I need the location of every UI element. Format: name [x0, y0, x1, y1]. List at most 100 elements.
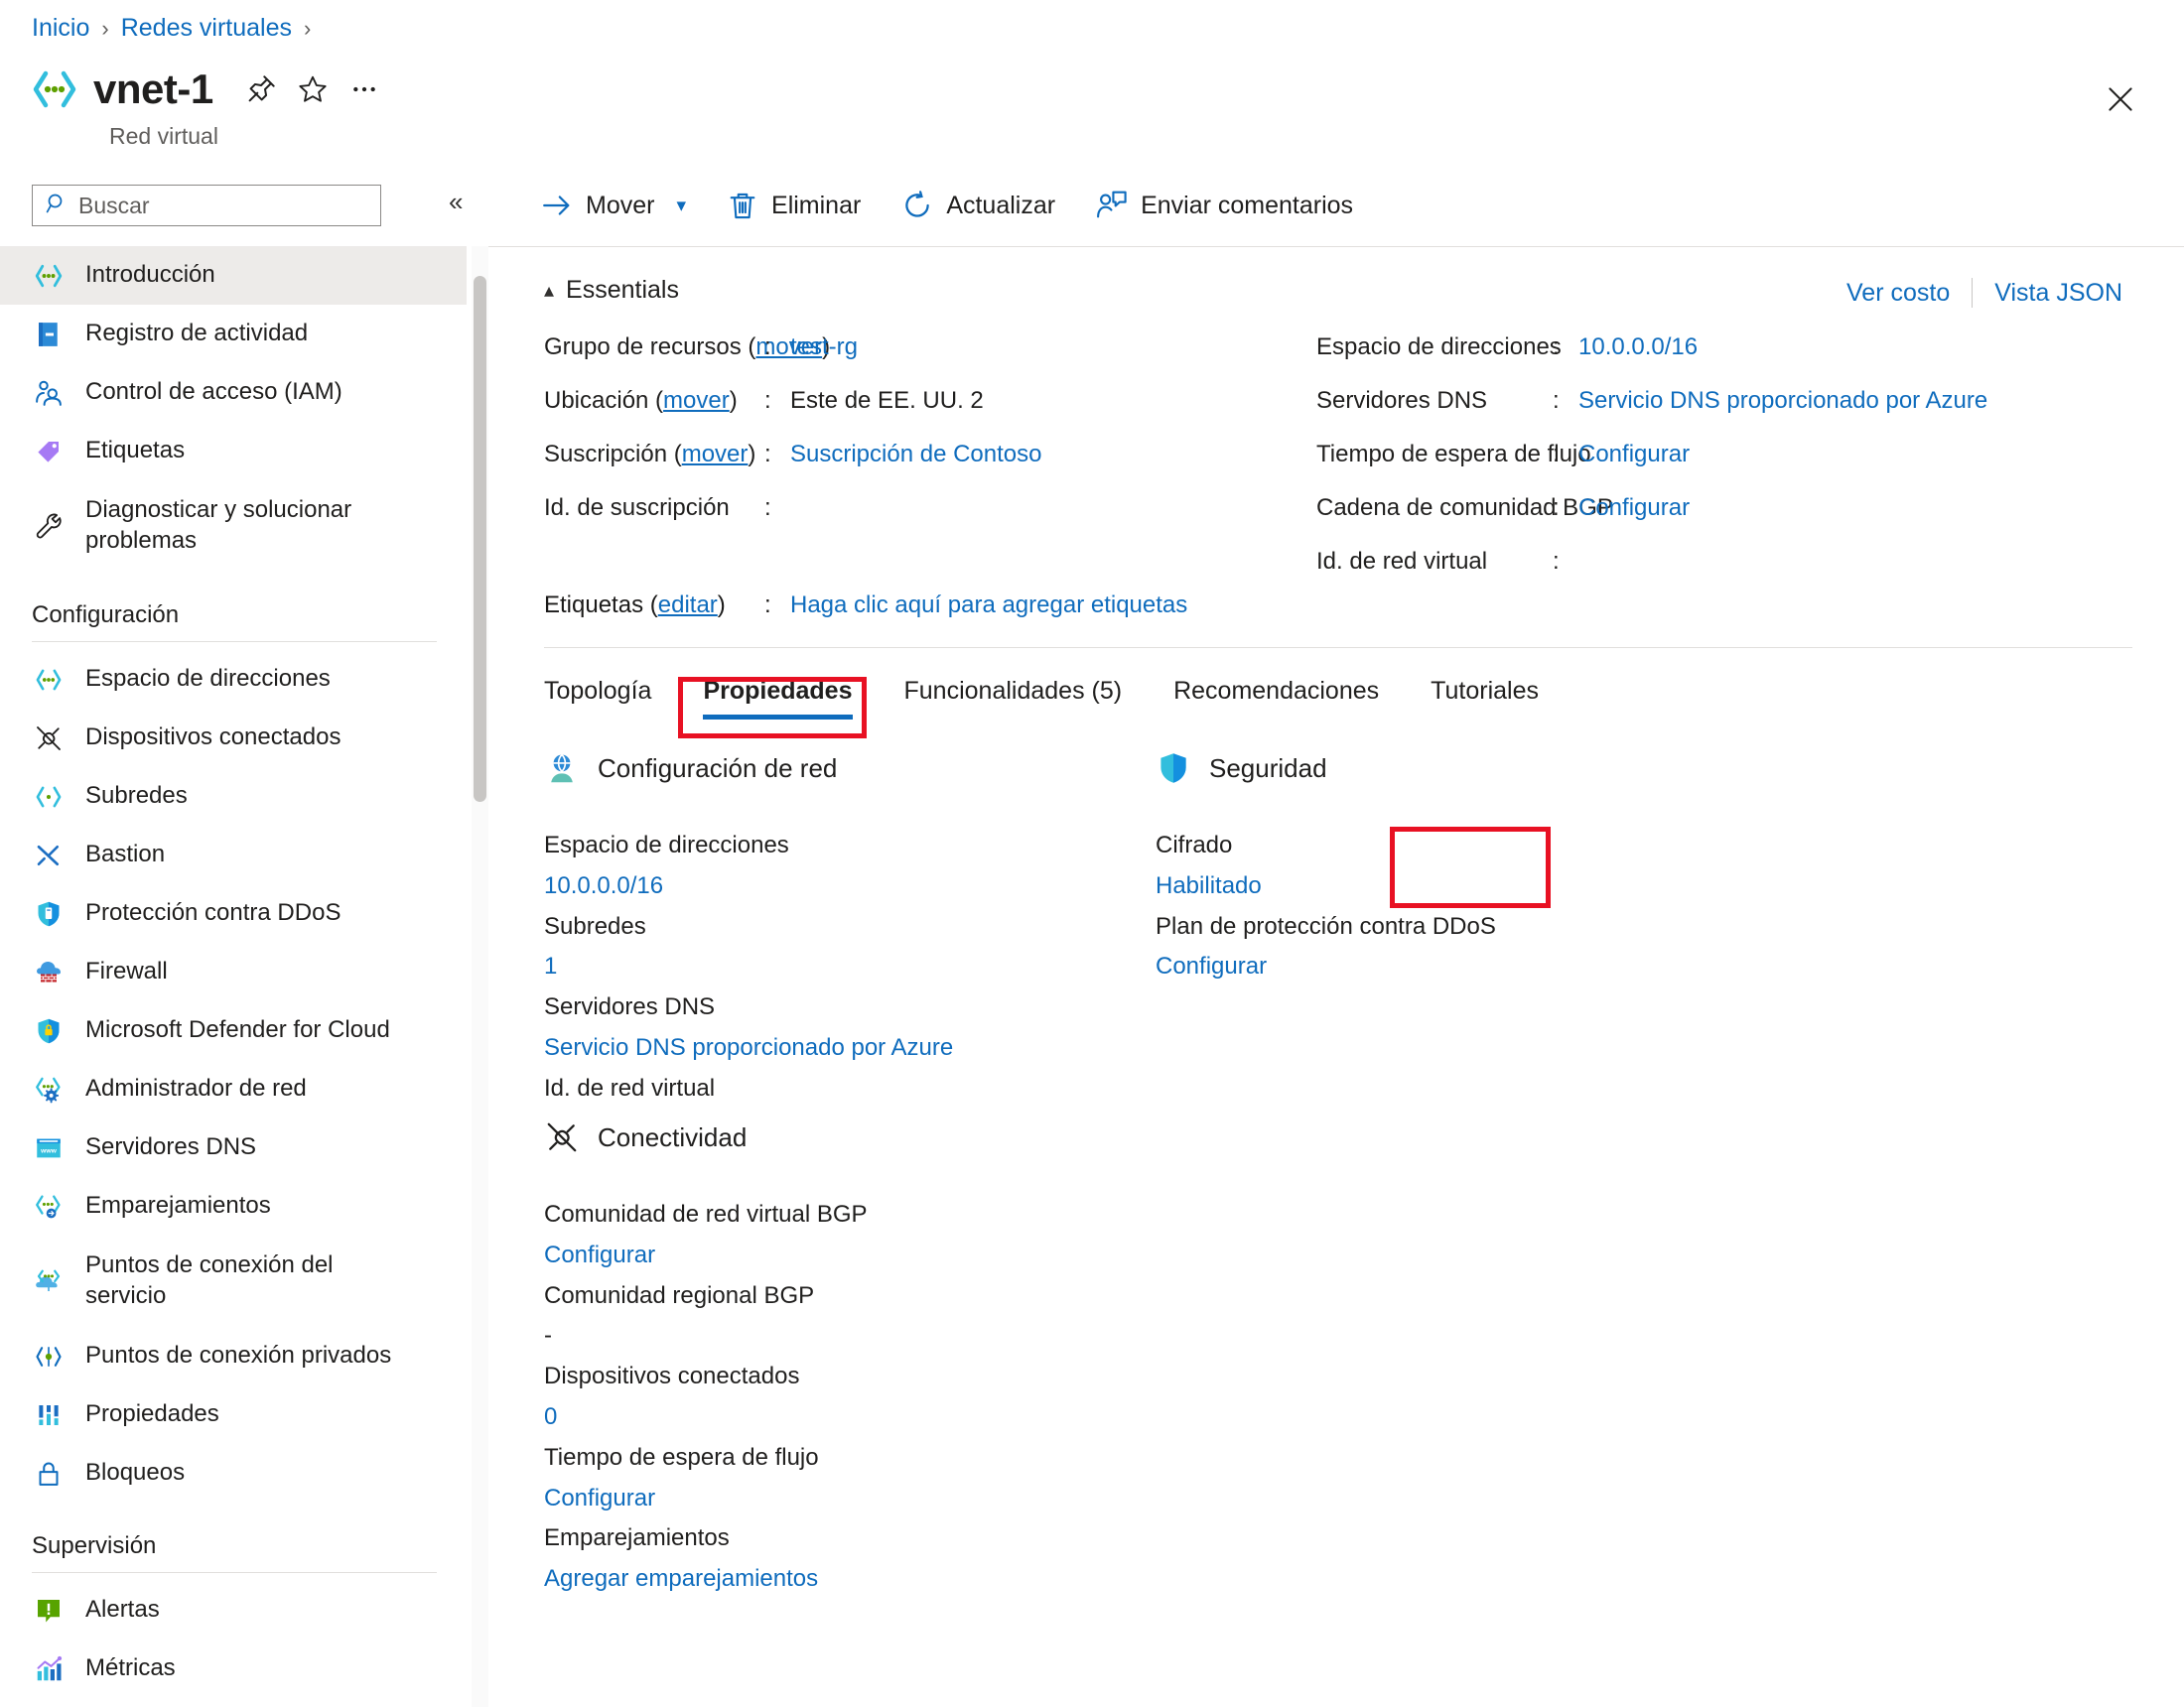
- property-value-tiempo-de-espera-de-flujo[interactable]: Configurar: [544, 1479, 1298, 1519]
- sidebar-item-control-de-acceso-iam[interactable]: Control de acceso (IAM): [0, 363, 467, 422]
- vnet-icon: [32, 259, 66, 293]
- azure-portal-page: Inicio › Redes virtuales › vnet-1 Red vi…: [0, 0, 2184, 1707]
- essentials-toggle[interactable]: ▴ Essentials: [544, 276, 679, 305]
- sidebar-item-administrador-de-red[interactable]: Administrador de red: [0, 1060, 467, 1118]
- property-value-comunidad-de-red-virtual-bgp[interactable]: Configurar: [544, 1236, 1298, 1276]
- sidebar-item-configuracion-de-diagnostico[interactable]: Configuración de diagnóstico: [0, 1698, 467, 1707]
- sidebar-item-alertas[interactable]: Alertas: [0, 1581, 467, 1640]
- sidebar-item-label: Emparejamientos: [85, 1192, 271, 1220]
- essentials-row-id-de-red-virtual: Id. de red virtual:: [1316, 548, 2130, 601]
- essentials-value[interactable]: Suscripción de Contoso: [790, 441, 1041, 468]
- tab-funcionalidades-5[interactable]: Funcionalidades (5): [879, 663, 1149, 722]
- property-value-plan-de-proteccion-contra-ddos[interactable]: Configurar: [1156, 947, 1910, 987]
- subnet-icon: [32, 780, 66, 814]
- essentials-row-espacio-de-direcciones: Espacio de direcciones:10.0.0.0/16: [1316, 333, 2130, 387]
- sidebar-item-subredes[interactable]: Subredes: [0, 767, 467, 826]
- tab-label: Recomendaciones: [1173, 677, 1380, 705]
- sidebar-item-label: Métricas: [85, 1654, 176, 1682]
- sidebar-item-proteccion-contra-ddos[interactable]: Protección contra DDoS: [0, 884, 467, 943]
- dns-server-icon: www: [32, 1131, 66, 1165]
- connectivity-header: Conectividad: [544, 1119, 1298, 1155]
- property-value-cifrado[interactable]: Habilitado: [1156, 866, 1910, 907]
- search-icon: [45, 192, 68, 220]
- sidebar-item-metricas[interactable]: Métricas: [0, 1640, 467, 1698]
- essentials-value[interactable]: Configurar: [1578, 441, 1690, 468]
- breadcrumb-item-redes-virtuales[interactable]: Redes virtuales: [121, 14, 292, 43]
- sidebar-item-label: Administrador de red: [85, 1075, 307, 1103]
- tab-recomendaciones[interactable]: Recomendaciones: [1148, 663, 1405, 722]
- sidebar-item-introduccion[interactable]: Introducción: [0, 246, 467, 305]
- tab-active-underline: [703, 715, 853, 720]
- security-section: Seguridad Cifrado Habilitado Plan de prote…: [1156, 750, 1910, 987]
- tab-tutoriales[interactable]: Tutoriales: [1405, 663, 1565, 722]
- tab-propiedades[interactable]: Propiedades: [677, 663, 878, 722]
- sidebar-item-dispositivos-conectados[interactable]: Dispositivos conectados: [0, 709, 467, 767]
- sidebar-item-etiquetas[interactable]: Etiquetas: [0, 422, 467, 480]
- sidebar-item-espacio-de-direcciones[interactable]: Espacio de direcciones: [0, 650, 467, 709]
- network-config-title: Configuración de red: [598, 752, 838, 783]
- chevron-down-icon[interactable]: ▾: [676, 195, 686, 217]
- private-endpoints-icon: [32, 1340, 66, 1374]
- move-link[interactable]: mover: [663, 387, 730, 414]
- essentials-row-id-de-suscripcion: Id. de suscripción:: [544, 494, 1100, 548]
- property-value-comunidad-regional-bgp: -: [544, 1322, 552, 1350]
- alerts-icon: [32, 1594, 66, 1628]
- json-view-link[interactable]: Vista JSON: [1973, 279, 2144, 308]
- collapse-sidebar-button[interactable]: «: [449, 189, 463, 214]
- sidebar-scrollbar-thumb[interactable]: [474, 276, 486, 802]
- pin-icon[interactable]: [235, 66, 287, 113]
- tags-row: Etiquetas (editar) : Haga clic aquí para…: [544, 591, 1187, 619]
- sidebar-item-registro-de-actividad[interactable]: Registro de actividad: [0, 305, 467, 363]
- toolbar-divider: [488, 246, 2184, 247]
- ellipsis-icon[interactable]: [339, 66, 390, 113]
- sidebar-item-label: Alertas: [85, 1596, 160, 1624]
- tags-edit-link[interactable]: editar: [658, 591, 718, 618]
- sidebar-item-bastion[interactable]: Bastion: [0, 826, 467, 884]
- essentials-label: Suscripción (mover): [544, 441, 756, 467]
- tags-add-link[interactable]: Haga clic aquí para agregar etiquetas: [790, 591, 1187, 619]
- tab-label: Topología: [544, 677, 652, 705]
- property-value-emparejamientos[interactable]: Agregar emparejamientos: [544, 1559, 1298, 1600]
- activity-log-icon: [32, 318, 66, 351]
- colon: :: [764, 387, 771, 414]
- sidebar-item-label: Bloqueos: [85, 1459, 186, 1487]
- refresh-button[interactable]: Actualizar: [900, 189, 1077, 222]
- sidebar-item-firewall[interactable]: Firewall: [0, 943, 467, 1001]
- delete-button-label: Eliminar: [771, 191, 862, 219]
- sidebar-item-diagnosticar-y-solucionar-problemas[interactable]: Diagnosticar y solucionar problemas: [0, 480, 467, 572]
- sidebar-item-puntos-de-conexion-del-servicio[interactable]: Puntos de conexión del servicio: [0, 1236, 467, 1327]
- essentials-value[interactable]: Configurar: [1578, 494, 1690, 522]
- property-key-comunidad-de-red-virtual-bgp: Comunidad de red virtual BGP: [544, 1201, 868, 1228]
- essentials-left-column: Grupo de recursos (mover): test-rg Ubicaci…: [544, 333, 1100, 548]
- delete-button[interactable]: Eliminar: [726, 189, 883, 222]
- essentials-value[interactable]: Servicio DNS proporcionado por Azure: [1578, 387, 1987, 415]
- page-title: vnet-1: [93, 66, 213, 112]
- view-cost-link[interactable]: Ver costo: [1825, 279, 1972, 308]
- send-feedback-button[interactable]: Enviar comentarios: [1095, 189, 1375, 222]
- search-box[interactable]: [32, 185, 381, 226]
- property-value-servidores-dns[interactable]: Servicio DNS proporcionado por Azure: [544, 1028, 1298, 1069]
- breadcrumb-item-inicio[interactable]: Inicio: [32, 14, 89, 43]
- tab-topologia[interactable]: Topología: [544, 663, 677, 722]
- sidebar-item-microsoft-defender-for-cloud[interactable]: Microsoft Defender for Cloud: [0, 1001, 467, 1060]
- sidebar-item-label: Puntos de conexión del servicio: [85, 1251, 334, 1309]
- title-actions: [235, 66, 390, 113]
- essentials-row-ubicacion: Ubicación (mover): Este de EE. UU. 2: [544, 387, 1100, 441]
- sidebar-item-propiedades[interactable]: Propiedades: [0, 1385, 467, 1444]
- firewall-icon: [32, 956, 66, 989]
- sidebar-item-puntos-de-conexion-privados[interactable]: Puntos de conexión privados: [0, 1327, 467, 1385]
- sidebar-item-servidores-dns[interactable]: www Servidores DNS: [0, 1118, 467, 1177]
- essentials-value[interactable]: 10.0.0.0/16: [1578, 333, 1698, 361]
- move-link[interactable]: mover: [682, 441, 749, 467]
- search-input[interactable]: [76, 191, 374, 220]
- sidebar-item-emparejamientos[interactable]: Emparejamientos: [0, 1177, 467, 1236]
- close-icon[interactable]: [2099, 77, 2142, 121]
- sidebar-item-label: Diagnosticar y solucionar problemas: [85, 496, 352, 554]
- essentials-row-servidores-dns: Servidores DNS: Servicio DNS proporcionad…: [1316, 387, 2130, 441]
- sidebar-item-bloqueos[interactable]: Bloqueos: [0, 1444, 467, 1503]
- star-icon[interactable]: [287, 66, 339, 113]
- move-button[interactable]: Mover ▾: [540, 189, 708, 222]
- property-value-dispositivos-conectados[interactable]: 0: [544, 1397, 1298, 1438]
- breadcrumb: Inicio › Redes virtuales ›: [32, 14, 311, 43]
- essentials-value[interactable]: test-rg: [790, 333, 858, 361]
